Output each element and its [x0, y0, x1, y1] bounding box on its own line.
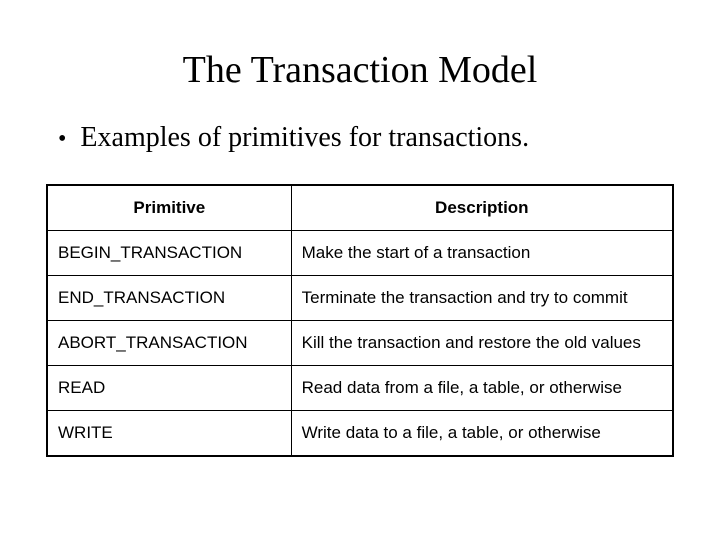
bullet-text: Examples of primitives for transactions.: [80, 122, 529, 154]
slide: The Transaction Model • Examples of prim…: [0, 0, 720, 457]
cell-primitive: READ: [47, 366, 291, 411]
primitives-table-wrap: Primitive Description BEGIN_TRANSACTION …: [46, 184, 674, 457]
page-title: The Transaction Model: [40, 48, 680, 92]
cell-description: Make the start of a transaction: [291, 231, 673, 276]
cell-description: Kill the transaction and restore the old…: [291, 321, 673, 366]
cell-description: Read data from a file, a table, or other…: [291, 366, 673, 411]
table-header-row: Primitive Description: [47, 185, 673, 231]
cell-description: Write data to a file, a table, or otherw…: [291, 411, 673, 457]
bullet-item: • Examples of primitives for transaction…: [58, 122, 680, 154]
bullet-icon: •: [58, 127, 66, 151]
header-description: Description: [291, 185, 673, 231]
cell-primitive: ABORT_TRANSACTION: [47, 321, 291, 366]
cell-primitive: END_TRANSACTION: [47, 276, 291, 321]
cell-description: Terminate the transaction and try to com…: [291, 276, 673, 321]
header-primitive: Primitive: [47, 185, 291, 231]
table-row: BEGIN_TRANSACTION Make the start of a tr…: [47, 231, 673, 276]
table-row: WRITE Write data to a file, a table, or …: [47, 411, 673, 457]
cell-primitive: BEGIN_TRANSACTION: [47, 231, 291, 276]
primitives-table: Primitive Description BEGIN_TRANSACTION …: [46, 184, 674, 457]
table-row: END_TRANSACTION Terminate the transactio…: [47, 276, 673, 321]
table-row: READ Read data from a file, a table, or …: [47, 366, 673, 411]
cell-primitive: WRITE: [47, 411, 291, 457]
table-row: ABORT_TRANSACTION Kill the transaction a…: [47, 321, 673, 366]
